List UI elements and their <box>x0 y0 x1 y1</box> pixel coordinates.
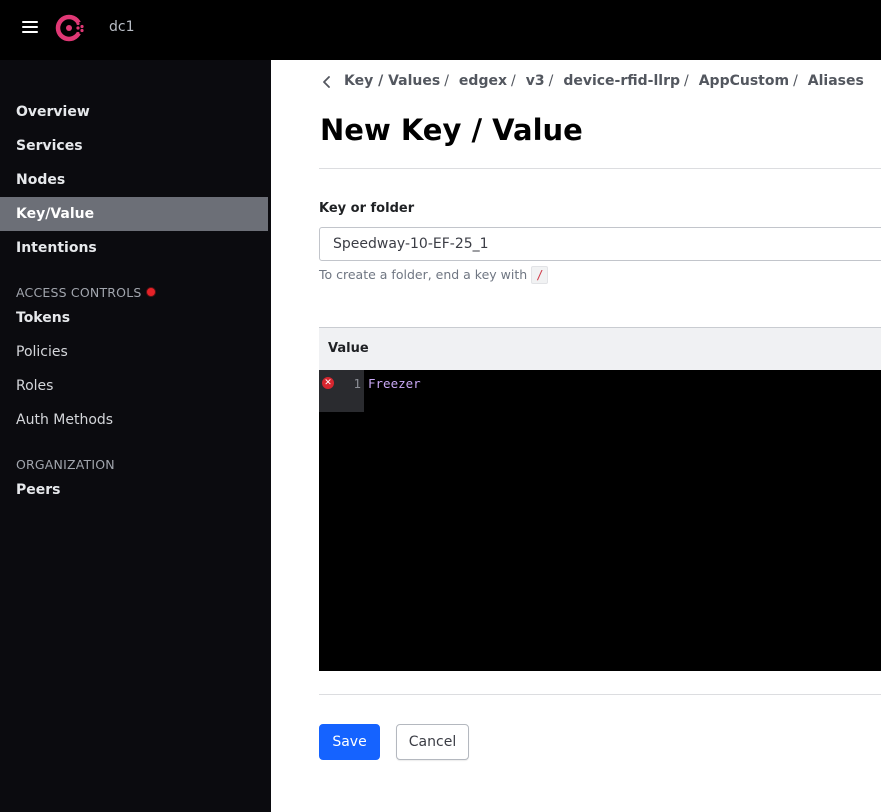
editor-gutter: ✕ 1 <box>319 370 364 412</box>
breadcrumb-item[interactable]: device-rfid-llrp <box>563 73 680 89</box>
key-input[interactable] <box>319 227 881 261</box>
sidebar-item-nodes[interactable]: Nodes <box>0 163 268 197</box>
sidebar-item-services[interactable]: Services <box>0 129 268 163</box>
sidebar-item-policies[interactable]: Policies <box>0 335 268 369</box>
sidebar-item-overview[interactable]: Overview <box>0 95 268 129</box>
sidebar-item-key-value[interactable]: Key/Value <box>0 197 268 231</box>
page-title: New Key / Value <box>320 113 583 147</box>
sidebar: Overview Services Nodes Key/Value Intent… <box>0 60 271 812</box>
consul-logo-icon[interactable] <box>55 12 87 44</box>
key-hint: To create a folder, end a key with / <box>319 266 549 284</box>
breadcrumb-item[interactable]: v3 <box>526 73 545 89</box>
access-controls-heading: ACCESS CONTROLS <box>16 285 156 300</box>
sidebar-item-intentions[interactable]: Intentions <box>0 231 268 265</box>
actions-divider <box>319 694 881 695</box>
key-field-label: Key or folder <box>319 201 415 216</box>
error-icon[interactable]: ✕ <box>322 377 334 389</box>
sidebar-item-auth-methods[interactable]: Auth Methods <box>0 403 268 437</box>
sidebar-item-tokens[interactable]: Tokens <box>0 301 268 335</box>
status-dot-icon <box>145 287 156 297</box>
menu-icon[interactable] <box>22 21 38 35</box>
organization-heading: ORGANIZATION <box>16 457 115 472</box>
breadcrumb-item[interactable]: edgex <box>459 73 507 89</box>
breadcrumb-item[interactable]: AppCustom <box>699 73 789 89</box>
sidebar-item-peers[interactable]: Peers <box>0 473 268 507</box>
datacenter-label[interactable]: dc1 <box>109 19 135 35</box>
save-button[interactable]: Save <box>319 724 380 760</box>
title-divider <box>319 168 881 169</box>
code-editor[interactable]: ✕ 1 Freezer <box>319 370 881 671</box>
cancel-button[interactable]: Cancel <box>396 724 469 760</box>
breadcrumb: Key / Values / edgex / v3/device-rfid-llrp / A… <box>344 73 864 89</box>
sidebar-item-roles[interactable]: Roles <box>0 369 268 403</box>
code-line[interactable]: Freezer <box>368 376 421 391</box>
hint-code: / <box>531 266 549 284</box>
line-number: 1 <box>353 376 361 391</box>
breadcrumb-item[interactable]: Key / Values <box>344 73 440 89</box>
breadcrumb-item[interactable]: Aliases <box>808 73 864 89</box>
top-bar: dc1 <box>0 0 881 60</box>
value-header: Value <box>319 327 881 370</box>
